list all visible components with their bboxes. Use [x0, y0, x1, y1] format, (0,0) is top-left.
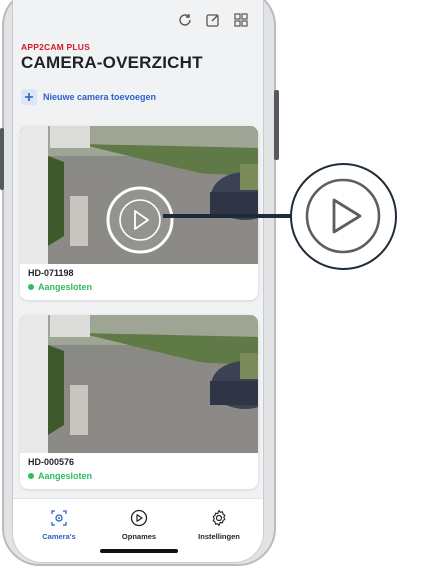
camera-status: Aangesloten [28, 471, 92, 481]
zoomed-play-callout [290, 163, 397, 270]
camera-thumbnail[interactable] [20, 315, 258, 453]
camera-thumbnail[interactable] [20, 126, 258, 264]
page-title: CAMERA-OVERZICHT [21, 53, 203, 72]
app-screen: APP2CAM PLUS CAMERA-OVERZICHT Nieuwe cam… [12, 0, 264, 563]
edit-icon[interactable] [205, 12, 221, 28]
tab-label: Opnames [121, 532, 157, 541]
camera-icon [51, 510, 67, 526]
grid-icon[interactable] [233, 12, 249, 28]
tab-cameras[interactable]: Camera's [19, 509, 99, 541]
bottom-tab-bar: Camera's Opnames Instellingen [13, 498, 263, 562]
top-toolbar [177, 12, 249, 28]
status-dot-icon [28, 284, 34, 290]
plus-icon [21, 89, 37, 105]
status-label: Aangesloten [38, 471, 93, 481]
status-dot-icon [28, 473, 34, 479]
play-icon [305, 178, 381, 254]
camera-name: HD-000576 [28, 457, 75, 467]
brand-label: APP2CAM PLUS [21, 42, 90, 52]
tab-recordings[interactable]: Opnames [99, 509, 179, 541]
callout-connector [163, 214, 291, 218]
gear-icon [212, 509, 226, 527]
camera-name: HD-071198 [28, 268, 74, 278]
tab-label: Camera's [42, 532, 76, 541]
camera-status: Aangesloten [28, 282, 92, 292]
status-label: Aangesloten [38, 282, 93, 292]
phone-side-button [0, 128, 4, 190]
add-camera-button[interactable]: Nieuwe camera toevoegen [21, 89, 156, 105]
refresh-icon[interactable] [177, 12, 193, 28]
add-camera-label: Nieuwe camera toevoegen [43, 92, 157, 102]
tab-settings[interactable]: Instellingen [179, 509, 259, 541]
camera-card[interactable]: HD-071198 Aangesloten [20, 126, 258, 300]
home-indicator [100, 549, 178, 553]
camera-card[interactable]: HD-000576 Aangesloten [20, 315, 258, 489]
play-icon [130, 509, 148, 527]
tab-label: Instellingen [198, 532, 240, 541]
phone-power-button [274, 90, 279, 160]
